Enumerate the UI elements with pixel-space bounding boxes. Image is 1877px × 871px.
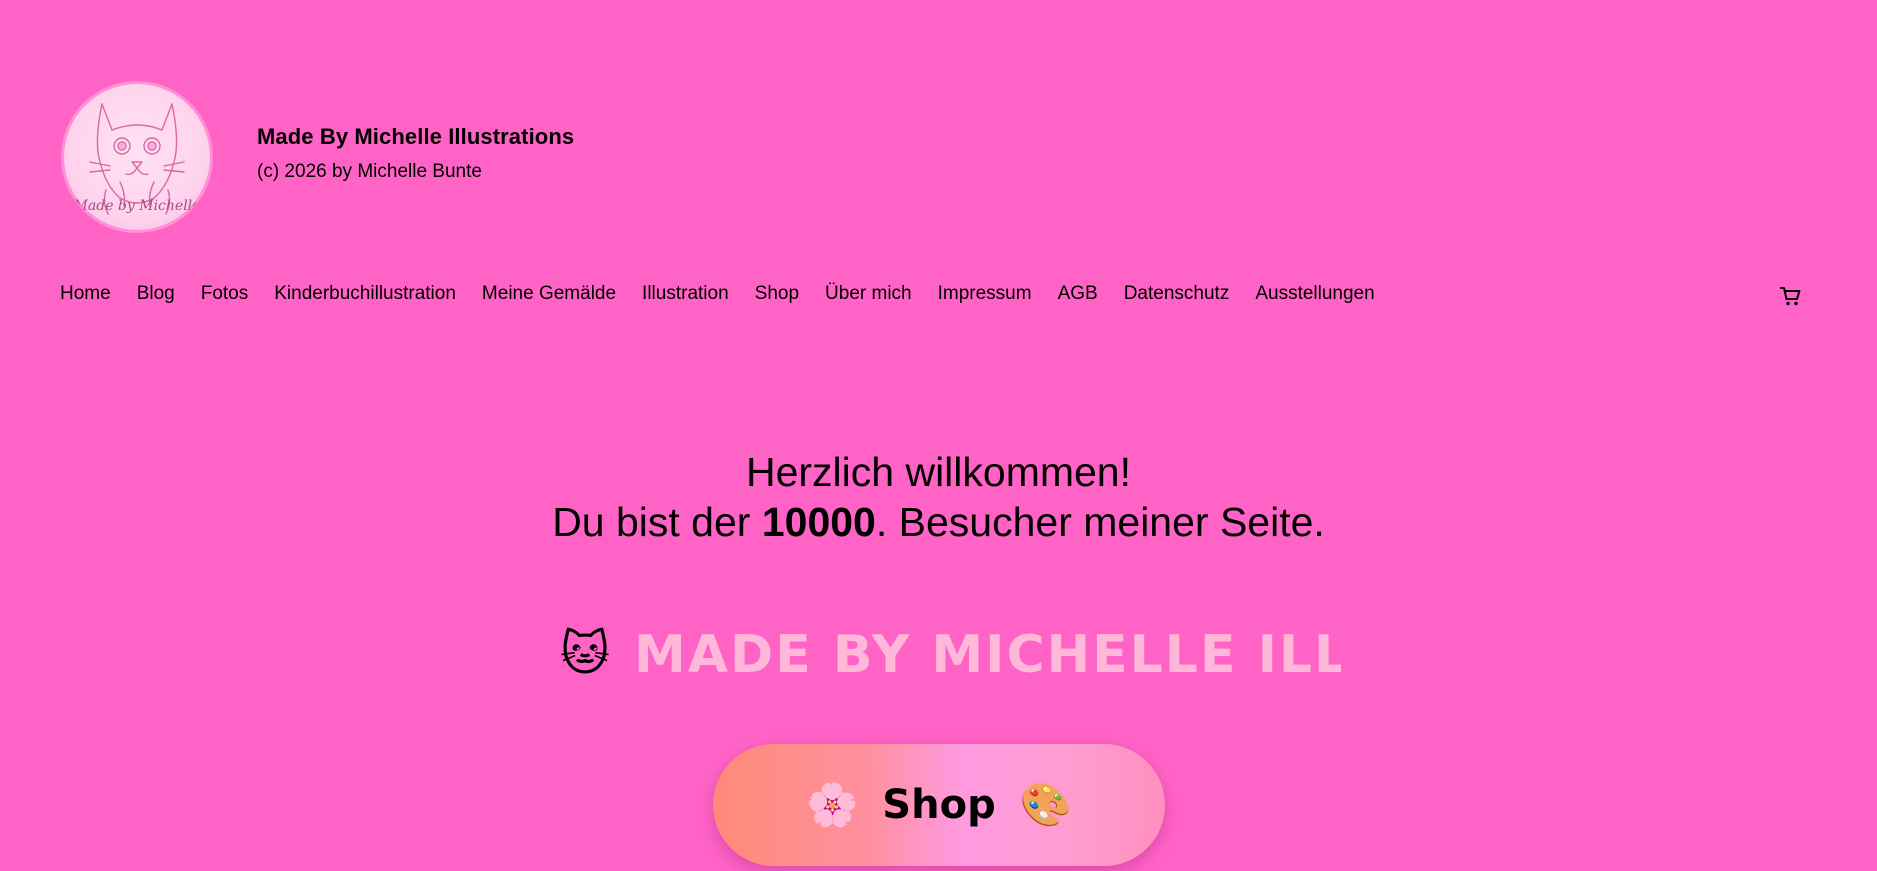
welcome-message: Herzlich willkommen! Du bist der 10000. …	[0, 447, 1877, 547]
nav-item-ausstellungen[interactable]: Ausstellungen	[1255, 283, 1374, 305]
marquee-banner: 🐱 MADE BY MICHELLE ILLUSTRATIONS	[560, 620, 1341, 690]
cart-button[interactable]	[1778, 283, 1804, 309]
visitor-counter-line: Du bist der 10000. Besucher meiner Seite…	[0, 497, 1877, 547]
welcome-heading: Herzlich willkommen!	[745, 449, 1131, 495]
cat-emoji-icon: 🐱	[560, 628, 611, 681]
nav-item-illustration[interactable]: Illustration	[642, 283, 729, 305]
svg-text:Made by Michelle: Made by Michelle	[73, 198, 201, 214]
main-nav: Home Blog Fotos Kinderbuchillustration M…	[60, 283, 1375, 305]
nav-item-datenschutz[interactable]: Datenschutz	[1124, 283, 1230, 305]
visitor-count: 10000	[761, 499, 876, 545]
nav-item-blog[interactable]: Blog	[137, 283, 175, 305]
visitor-counter-prefix: Du bist der	[552, 499, 762, 545]
marquee-text: MADE BY MICHELLE ILLUSTRATIONS	[634, 625, 1341, 685]
flower-emoji-icon: 🌸	[806, 781, 859, 828]
shop-button[interactable]: 🌸 Shop 🎨	[713, 744, 1165, 866]
palette-emoji-icon: 🎨	[1019, 781, 1072, 828]
nav-item-meine-gemaelde[interactable]: Meine Gemälde	[482, 283, 616, 305]
nav-item-fotos[interactable]: Fotos	[201, 283, 249, 305]
shop-button-label: Shop	[882, 782, 996, 828]
cat-logo-icon: Made by Michelle	[73, 103, 201, 215]
page: Made by Michelle Made By Michelle Illust…	[0, 0, 1877, 871]
site-title[interactable]: Made By Michelle Illustrations	[257, 124, 574, 150]
visitor-counter-suffix: . Besucher meiner Seite.	[875, 499, 1325, 545]
site-logo[interactable]: Made by Michelle	[62, 82, 212, 232]
shopping-cart-icon	[1780, 287, 1801, 306]
copyright-text: (c) 2026 by Michelle Bunte	[257, 161, 482, 182]
nav-item-shop[interactable]: Shop	[755, 283, 799, 305]
nav-item-home[interactable]: Home	[60, 283, 111, 305]
nav-item-agb[interactable]: AGB	[1058, 283, 1098, 305]
nav-item-impressum[interactable]: Impressum	[938, 283, 1032, 305]
nav-item-kinderbuchillustration[interactable]: Kinderbuchillustration	[274, 283, 456, 305]
nav-item-ueber-mich[interactable]: Über mich	[825, 283, 912, 305]
